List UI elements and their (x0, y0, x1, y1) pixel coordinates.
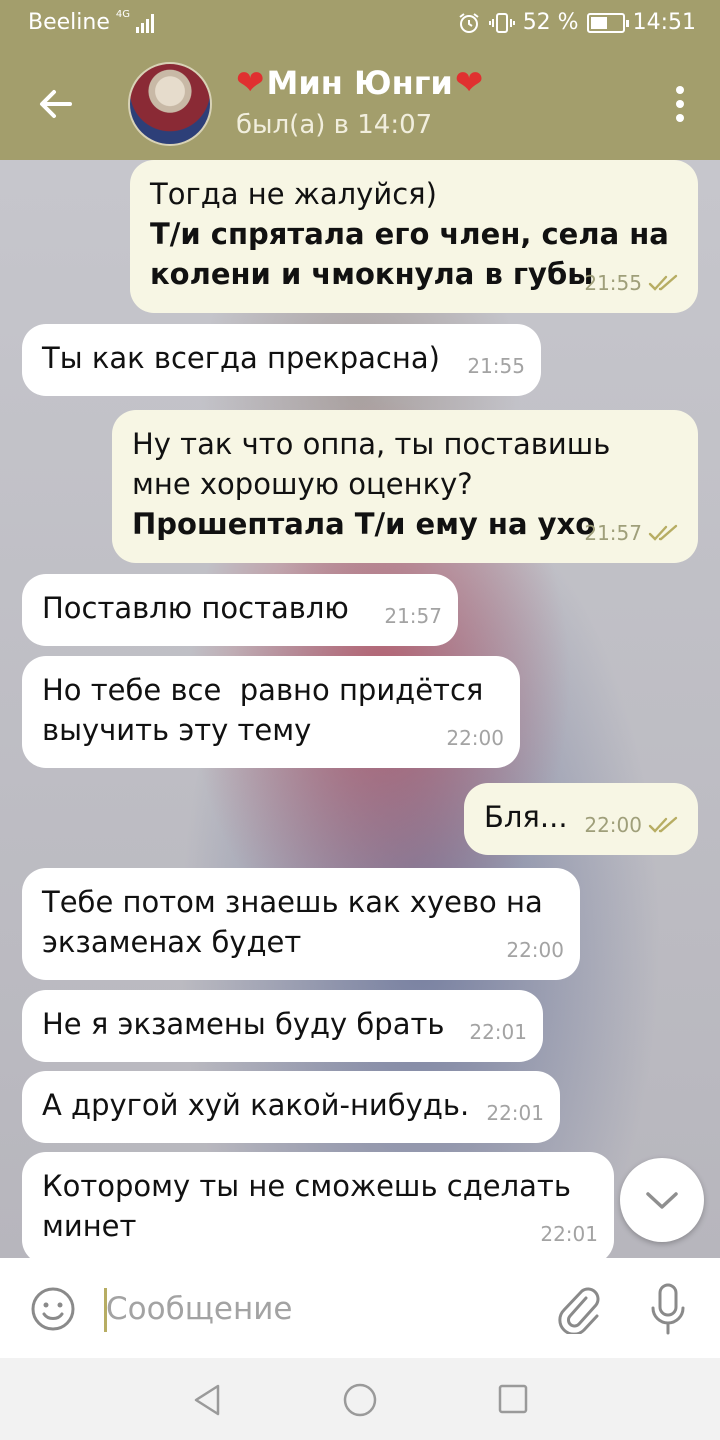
message-time: 22:00 (584, 813, 642, 837)
double-check-icon (648, 816, 678, 833)
message-time: 21:57 (384, 604, 442, 628)
message-incoming[interactable]: Не я экзамены буду брать 22:01 (22, 990, 543, 1062)
message-time: 22:01 (540, 1222, 598, 1246)
message-incoming[interactable]: Которому ты не сможешь сделать минет 22:… (22, 1152, 614, 1258)
avatar[interactable] (128, 62, 212, 146)
chat-area[interactable]: Тогда не жалуйся) Т/и спрятала его член,… (0, 160, 720, 1258)
message-time: 21:57 (584, 521, 642, 545)
message-time: 22:00 (506, 938, 564, 962)
message-meta: 21:55 (584, 263, 682, 303)
back-arrow-icon[interactable] (34, 82, 78, 126)
more-vert-icon[interactable] (674, 86, 686, 122)
message-text: Тогда не жалуйся) (150, 177, 437, 211)
message-time: 22:00 (446, 726, 504, 750)
carrier-name: Beeline (28, 10, 110, 35)
contact-name-text: Мин Юнги (266, 64, 453, 102)
network-type: 4G (115, 9, 130, 20)
status-bar: Beeline 4G 52 % 14:51 (0, 0, 720, 48)
message-meta: 21:55 (467, 346, 525, 386)
battery-percent: 52 % (522, 10, 579, 35)
chat-header: ❤ Мин Юнги ❤ был(а) в 14:07 (0, 48, 720, 160)
message-text: Которому ты не сможешь сделать минет (42, 1169, 571, 1243)
message-outgoing[interactable]: Ну так что оппа, ты поставишь мне хорошу… (112, 410, 698, 563)
heart-icon: ❤ (454, 63, 484, 103)
status-right: 52 % 14:51 (457, 10, 696, 35)
emoji-icon[interactable] (30, 1286, 76, 1332)
message-composer (0, 1258, 720, 1358)
system-nav-bar (0, 1358, 720, 1440)
scroll-down-button[interactable] (620, 1158, 704, 1242)
message-meta: 22:00 (584, 805, 682, 845)
message-text: Тебе потом знаешь как хуево на экзаменах… (42, 885, 543, 959)
paperclip-icon[interactable] (556, 1284, 600, 1334)
last-seen-status: был(а) в 14:07 (236, 110, 433, 140)
message-time: 22:01 (486, 1101, 544, 1125)
message-time: 21:55 (467, 354, 525, 378)
nav-recents-icon[interactable] (498, 1384, 528, 1414)
message-meta: 21:57 (384, 596, 442, 636)
double-check-icon (648, 274, 678, 291)
nav-home-icon[interactable] (342, 1382, 378, 1418)
chevron-down-icon (646, 1192, 678, 1209)
message-text: Не я экзамены буду брать (42, 1007, 445, 1041)
contact-name[interactable]: ❤ Мин Юнги ❤ (236, 64, 483, 102)
message-time: 21:55 (584, 271, 642, 295)
clock: 14:51 (632, 10, 696, 35)
status-left: Beeline 4G (28, 9, 154, 35)
message-text: Ну так что оппа, ты поставишь мне хорошу… (132, 427, 611, 501)
message-incoming[interactable]: А другой хуй какой-нибудь. 22:01 (22, 1071, 560, 1143)
message-time: 22:01 (469, 1020, 527, 1044)
message-incoming[interactable]: Ты как всегда прекрасна) 21:55 (22, 324, 541, 396)
message-text: Но тебе все равно придётся выучить эту т… (42, 673, 484, 747)
alarm-icon (459, 12, 479, 33)
message-text: Ты как всегда прекрасна) (42, 341, 440, 375)
microphone-icon[interactable] (648, 1282, 688, 1336)
message-outgoing[interactable]: Бля... 22:00 (464, 783, 698, 855)
heart-icon: ❤ (236, 63, 265, 103)
battery-fill (590, 16, 607, 29)
message-meta: 22:01 (486, 1093, 544, 1133)
nav-back-icon[interactable] (190, 1382, 224, 1418)
message-incoming[interactable]: Тебе потом знаешь как хуево на экзаменах… (22, 868, 580, 980)
message-incoming[interactable]: Поставлю поставлю 21:57 (22, 574, 458, 646)
message-meta: 22:01 (540, 1214, 598, 1254)
message-text: Поставлю поставлю (42, 591, 349, 625)
double-check-icon (648, 524, 678, 541)
message-meta: 22:00 (506, 930, 564, 970)
message-meta: 22:01 (469, 1012, 527, 1052)
message-incoming[interactable]: Но тебе все равно придётся выучить эту т… (22, 656, 520, 768)
vibrate-icon (488, 12, 515, 33)
message-input[interactable] (106, 1284, 526, 1334)
message-outgoing[interactable]: Тогда не жалуйся) Т/и спрятала его член,… (130, 160, 698, 313)
battery-icon (586, 12, 629, 33)
message-meta: 22:00 (446, 718, 504, 758)
signal-icon (136, 13, 154, 33)
message-text: А другой хуй какой-нибудь. (42, 1088, 470, 1122)
message-meta: 21:57 (584, 513, 682, 553)
